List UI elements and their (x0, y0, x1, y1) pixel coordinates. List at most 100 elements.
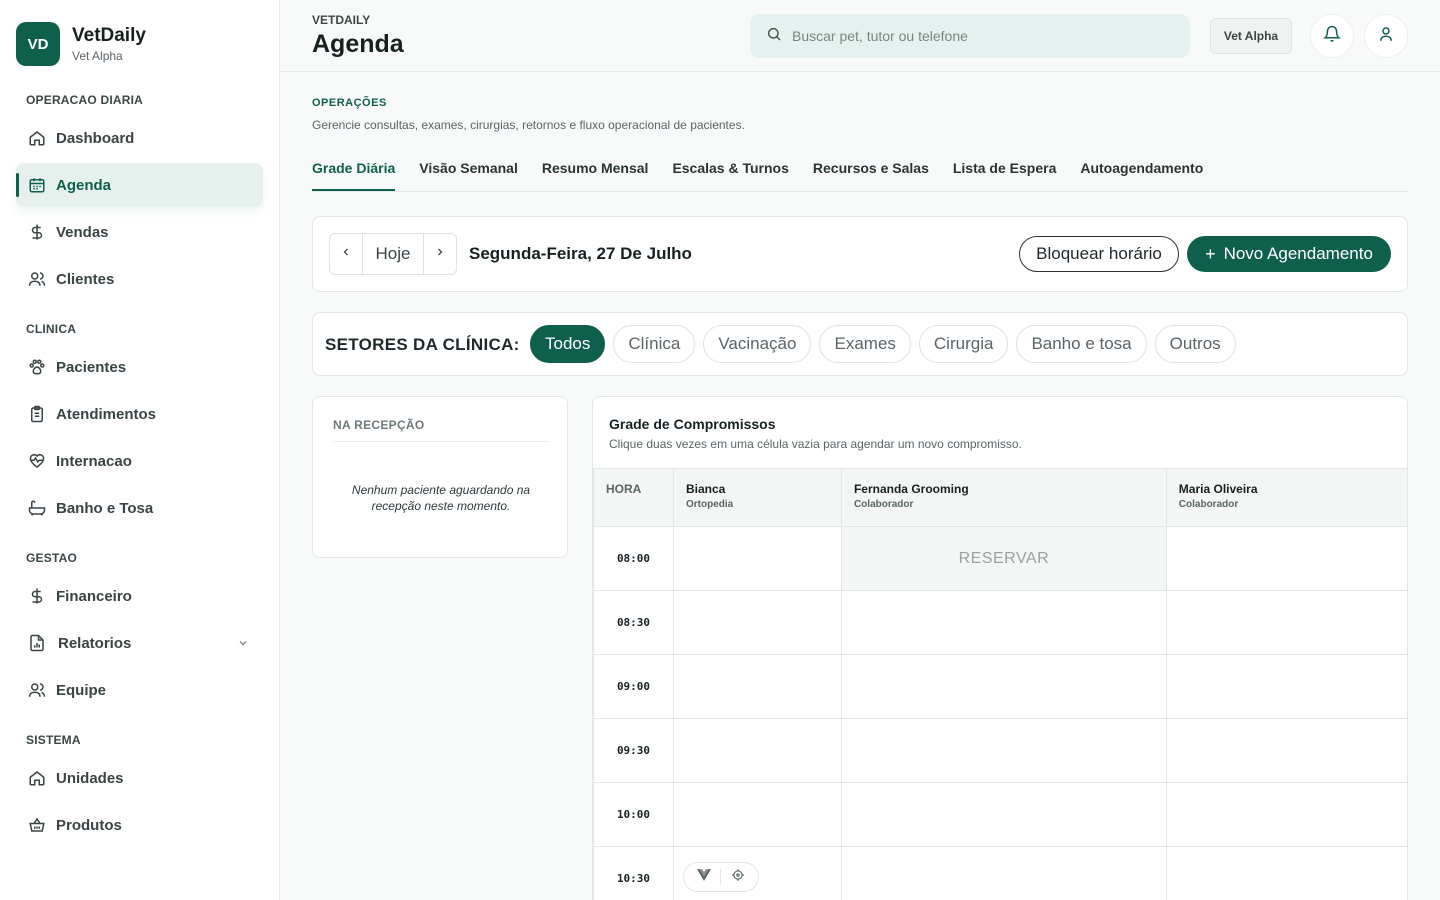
search-input[interactable] (792, 28, 1162, 44)
chevron-down-icon[interactable] (237, 636, 249, 653)
date-pager: Hoje (329, 233, 457, 275)
sidebar-item-pacientes[interactable]: Pacientes (16, 345, 263, 389)
paw-icon (28, 358, 46, 376)
table-row: 08:30 (593, 590, 1407, 655)
sector-chip-todos[interactable]: Todos (530, 325, 606, 363)
sector-chip-vacinacao[interactable]: Vacinação (703, 325, 812, 363)
brand-logo: VD (16, 22, 60, 66)
sidebar-item-equipe[interactable]: Equipe (16, 668, 263, 712)
professional-name: Maria Oliveira (1178, 482, 1258, 496)
schedule-cell[interactable] (1165, 526, 1407, 591)
reserve-cell[interactable]: RESERVAR (840, 526, 1167, 591)
reception-empty-state: Nenhum paciente aguardando na recepção n… (351, 483, 531, 513)
search-icon (766, 26, 782, 47)
sidebar-item-agenda[interactable]: Agenda (16, 163, 263, 207)
sidebar-item-relatorios[interactable]: Relatorios (16, 621, 263, 665)
professional-name: Fernanda Grooming (853, 482, 969, 496)
schedule-cell[interactable] (673, 846, 842, 900)
schedule-cell[interactable] (673, 654, 842, 719)
schedule-cell[interactable] (840, 846, 1167, 900)
sector-chip-exames[interactable]: Exames (819, 325, 911, 363)
schedule-cell[interactable] (1165, 846, 1407, 900)
sidebar-item-clientes[interactable]: Clientes (16, 257, 263, 301)
schedule-cell[interactable] (673, 590, 842, 655)
sidebar-item-dashboard[interactable]: Dashboard (16, 116, 263, 160)
schedule-title: Grade de Compromissos (609, 416, 776, 432)
page-title: Agenda (312, 30, 404, 58)
schedule-cell[interactable] (840, 718, 1167, 783)
sidebar-item-produtos[interactable]: Produtos (16, 803, 263, 847)
prev-day-button[interactable] (330, 234, 362, 274)
new-appointment-button[interactable]: + Novo Agendamento (1187, 236, 1391, 272)
time-slot: 09:00 (593, 654, 674, 719)
tab-grade-diaria[interactable]: Grade Diária (312, 148, 396, 191)
today-button[interactable]: Hoje (362, 234, 424, 274)
sidebar-item-label: Internacao (56, 452, 132, 470)
tab-lista-espera[interactable]: Lista de Espera (953, 148, 1057, 191)
unit-selector[interactable]: Vet Alpha (1210, 18, 1292, 54)
brand: VD VetDaily Vet Alpha (0, 0, 279, 88)
divider (333, 441, 549, 442)
sidebar: VD VetDaily Vet Alpha OPERACAO DIARIA Da… (0, 0, 280, 900)
sidebar-item-label: Agenda (56, 176, 112, 194)
schedule-cell[interactable] (840, 590, 1167, 655)
schedule-cell[interactable] (1165, 718, 1407, 783)
home-icon (28, 769, 46, 787)
divider (720, 869, 722, 885)
top-header: VETDAILY Agenda Vet Alpha (280, 0, 1440, 72)
reception-title: NA RECEPÇÃO (333, 418, 425, 432)
crosshair-icon[interactable] (731, 868, 745, 887)
sector-chip-clinica[interactable]: Clínica (613, 325, 696, 363)
next-day-button[interactable] (424, 234, 456, 274)
schedule-cell[interactable] (840, 654, 1167, 719)
block-time-button[interactable]: Bloquear horário (1019, 236, 1179, 272)
tab-escalas-turnos[interactable]: Escalas & Turnos (672, 148, 788, 191)
sector-filter-label: SETORES DA CLÍNICA: (325, 335, 520, 354)
sidebar-item-label: Banho e Tosa (56, 499, 154, 517)
sidebar-item-label: Dashboard (56, 129, 135, 147)
chevron-right-icon (434, 245, 446, 263)
sidebar-item-atendimentos[interactable]: Atendimentos (16, 392, 263, 436)
tab-recursos-salas[interactable]: Recursos e Salas (813, 148, 929, 191)
sidebar-item-label: Relatorios (58, 634, 132, 652)
profile-button[interactable] (1364, 14, 1408, 58)
plus-icon: + (1205, 243, 1216, 264)
sidebar-item-unidades[interactable]: Unidades (16, 756, 263, 800)
sidebar-item-banho-tosa[interactable]: Banho e Tosa (16, 486, 263, 530)
professional-header: Fernanda Grooming Colaborador (840, 468, 1167, 527)
section-eyebrow: OPERAÇÕES (312, 97, 387, 109)
schedule-cell[interactable] (840, 782, 1167, 847)
sector-chip-outros[interactable]: Outros (1154, 325, 1236, 363)
schedule-subtitle: Clique duas vezes em uma célula vazia pa… (609, 437, 1022, 451)
vue-logo-icon[interactable] (696, 868, 711, 886)
section-description: Gerencie consultas, exames, cirurgias, r… (312, 118, 745, 132)
schedule-cell[interactable] (1165, 654, 1407, 719)
sidebar-item-internacao[interactable]: Internacao (16, 439, 263, 483)
schedule-cell[interactable] (1165, 782, 1407, 847)
schedule-cell[interactable] (1165, 590, 1407, 655)
sidebar-item-vendas[interactable]: Vendas (16, 210, 263, 254)
table-row: 09:30 (593, 718, 1407, 783)
floating-toolbar (683, 862, 759, 892)
dollar-icon (28, 223, 46, 241)
schedule-cell[interactable] (673, 718, 842, 783)
home-icon (28, 129, 46, 147)
sector-chip-banho-tosa[interactable]: Banho e tosa (1016, 325, 1147, 363)
tab-resumo-mensal[interactable]: Resumo Mensal (542, 148, 649, 191)
notifications-button[interactable] (1310, 14, 1354, 58)
schedule-cell[interactable] (673, 526, 842, 591)
sidebar-item-label: Pacientes (56, 358, 127, 376)
tab-bar: Grade Diária Visão Semanal Resumo Mensal… (312, 148, 1408, 192)
time-slot: 10:30 (593, 846, 674, 900)
sidebar-item-financeiro[interactable]: Financeiro (16, 574, 263, 618)
sidebar-item-label: Equipe (56, 681, 107, 699)
time-slot: 10:00 (593, 782, 674, 847)
sector-chip-cirurgia[interactable]: Cirurgia (918, 325, 1009, 363)
tab-autoagendamento[interactable]: Autoagendamento (1080, 148, 1203, 191)
tab-visao-semanal[interactable]: Visão Semanal (419, 148, 518, 191)
search-box[interactable] (750, 14, 1190, 58)
schedule-cell[interactable] (673, 782, 842, 847)
sidebar-item-label: Produtos (56, 816, 122, 834)
section-label-gestao: GESTAO (26, 551, 77, 565)
section-label-sistema: SISTEMA (26, 733, 81, 747)
